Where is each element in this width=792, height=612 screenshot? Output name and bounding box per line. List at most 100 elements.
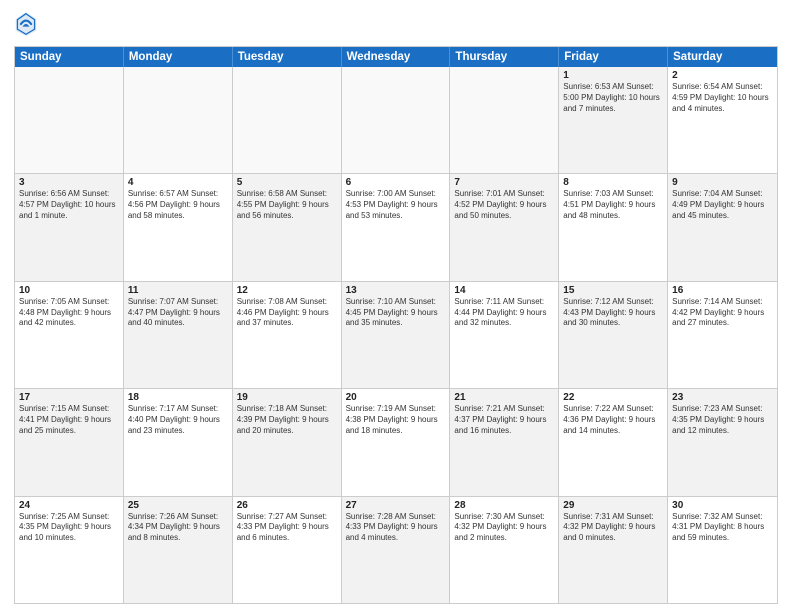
calendar-cell: 27Sunrise: 7:28 AM Sunset: 4:33 PM Dayli… — [342, 497, 451, 603]
day-info: Sunrise: 7:11 AM Sunset: 4:44 PM Dayligh… — [454, 297, 554, 329]
day-info: Sunrise: 7:30 AM Sunset: 4:32 PM Dayligh… — [454, 512, 554, 544]
calendar-week-3: 10Sunrise: 7:05 AM Sunset: 4:48 PM Dayli… — [15, 282, 777, 389]
day-info: Sunrise: 7:19 AM Sunset: 4:38 PM Dayligh… — [346, 404, 446, 436]
calendar-cell — [233, 67, 342, 173]
day-number: 12 — [237, 285, 337, 296]
day-info: Sunrise: 6:56 AM Sunset: 4:57 PM Dayligh… — [19, 189, 119, 221]
calendar-cell — [342, 67, 451, 173]
day-number: 14 — [454, 285, 554, 296]
day-info: Sunrise: 7:18 AM Sunset: 4:39 PM Dayligh… — [237, 404, 337, 436]
calendar-cell: 16Sunrise: 7:14 AM Sunset: 4:42 PM Dayli… — [668, 282, 777, 388]
day-info: Sunrise: 7:00 AM Sunset: 4:53 PM Dayligh… — [346, 189, 446, 221]
day-number: 29 — [563, 500, 663, 511]
day-info: Sunrise: 7:03 AM Sunset: 4:51 PM Dayligh… — [563, 189, 663, 221]
page-header — [14, 10, 778, 38]
day-info: Sunrise: 7:22 AM Sunset: 4:36 PM Dayligh… — [563, 404, 663, 436]
day-info: Sunrise: 6:53 AM Sunset: 5:00 PM Dayligh… — [563, 82, 663, 114]
calendar-cell: 1Sunrise: 6:53 AM Sunset: 5:00 PM Daylig… — [559, 67, 668, 173]
day-info: Sunrise: 7:08 AM Sunset: 4:46 PM Dayligh… — [237, 297, 337, 329]
day-info: Sunrise: 7:05 AM Sunset: 4:48 PM Dayligh… — [19, 297, 119, 329]
day-number: 1 — [563, 70, 663, 81]
day-info: Sunrise: 7:04 AM Sunset: 4:49 PM Dayligh… — [672, 189, 773, 221]
day-info: Sunrise: 6:57 AM Sunset: 4:56 PM Dayligh… — [128, 189, 228, 221]
calendar-cell: 17Sunrise: 7:15 AM Sunset: 4:41 PM Dayli… — [15, 389, 124, 495]
calendar-cell: 28Sunrise: 7:30 AM Sunset: 4:32 PM Dayli… — [450, 497, 559, 603]
header-day-monday: Monday — [124, 47, 233, 67]
calendar-cell: 15Sunrise: 7:12 AM Sunset: 4:43 PM Dayli… — [559, 282, 668, 388]
day-number: 26 — [237, 500, 337, 511]
day-info: Sunrise: 7:25 AM Sunset: 4:35 PM Dayligh… — [19, 512, 119, 544]
calendar-cell: 20Sunrise: 7:19 AM Sunset: 4:38 PM Dayli… — [342, 389, 451, 495]
calendar-week-4: 17Sunrise: 7:15 AM Sunset: 4:41 PM Dayli… — [15, 389, 777, 496]
day-info: Sunrise: 7:27 AM Sunset: 4:33 PM Dayligh… — [237, 512, 337, 544]
header-day-thursday: Thursday — [450, 47, 559, 67]
day-info: Sunrise: 7:32 AM Sunset: 4:31 PM Dayligh… — [672, 512, 773, 544]
day-number: 9 — [672, 177, 773, 188]
calendar-cell: 4Sunrise: 6:57 AM Sunset: 4:56 PM Daylig… — [124, 174, 233, 280]
calendar-cell: 6Sunrise: 7:00 AM Sunset: 4:53 PM Daylig… — [342, 174, 451, 280]
day-info: Sunrise: 7:26 AM Sunset: 4:34 PM Dayligh… — [128, 512, 228, 544]
day-info: Sunrise: 7:21 AM Sunset: 4:37 PM Dayligh… — [454, 404, 554, 436]
calendar-cell: 7Sunrise: 7:01 AM Sunset: 4:52 PM Daylig… — [450, 174, 559, 280]
day-number: 3 — [19, 177, 119, 188]
calendar-cell — [450, 67, 559, 173]
day-number: 17 — [19, 392, 119, 403]
day-info: Sunrise: 7:23 AM Sunset: 4:35 PM Dayligh… — [672, 404, 773, 436]
calendar-week-1: 1Sunrise: 6:53 AM Sunset: 5:00 PM Daylig… — [15, 67, 777, 174]
day-number: 22 — [563, 392, 663, 403]
calendar-cell — [15, 67, 124, 173]
calendar-cell: 2Sunrise: 6:54 AM Sunset: 4:59 PM Daylig… — [668, 67, 777, 173]
day-number: 20 — [346, 392, 446, 403]
day-number: 30 — [672, 500, 773, 511]
calendar-cell: 19Sunrise: 7:18 AM Sunset: 4:39 PM Dayli… — [233, 389, 342, 495]
calendar-cell: 10Sunrise: 7:05 AM Sunset: 4:48 PM Dayli… — [15, 282, 124, 388]
day-number: 16 — [672, 285, 773, 296]
logo-icon — [14, 10, 38, 38]
calendar-cell: 14Sunrise: 7:11 AM Sunset: 4:44 PM Dayli… — [450, 282, 559, 388]
day-info: Sunrise: 7:28 AM Sunset: 4:33 PM Dayligh… — [346, 512, 446, 544]
calendar-cell: 13Sunrise: 7:10 AM Sunset: 4:45 PM Dayli… — [342, 282, 451, 388]
day-info: Sunrise: 7:15 AM Sunset: 4:41 PM Dayligh… — [19, 404, 119, 436]
header-day-sunday: Sunday — [15, 47, 124, 67]
day-info: Sunrise: 6:58 AM Sunset: 4:55 PM Dayligh… — [237, 189, 337, 221]
day-number: 11 — [128, 285, 228, 296]
day-info: Sunrise: 7:17 AM Sunset: 4:40 PM Dayligh… — [128, 404, 228, 436]
calendar-cell: 22Sunrise: 7:22 AM Sunset: 4:36 PM Dayli… — [559, 389, 668, 495]
calendar-cell — [124, 67, 233, 173]
calendar-week-2: 3Sunrise: 6:56 AM Sunset: 4:57 PM Daylig… — [15, 174, 777, 281]
calendar-header: SundayMondayTuesdayWednesdayThursdayFrid… — [15, 47, 777, 67]
day-number: 24 — [19, 500, 119, 511]
calendar-cell: 12Sunrise: 7:08 AM Sunset: 4:46 PM Dayli… — [233, 282, 342, 388]
calendar-cell: 23Sunrise: 7:23 AM Sunset: 4:35 PM Dayli… — [668, 389, 777, 495]
day-info: Sunrise: 7:31 AM Sunset: 4:32 PM Dayligh… — [563, 512, 663, 544]
day-number: 23 — [672, 392, 773, 403]
day-info: Sunrise: 7:07 AM Sunset: 4:47 PM Dayligh… — [128, 297, 228, 329]
calendar-cell: 24Sunrise: 7:25 AM Sunset: 4:35 PM Dayli… — [15, 497, 124, 603]
calendar-cell: 30Sunrise: 7:32 AM Sunset: 4:31 PM Dayli… — [668, 497, 777, 603]
day-number: 13 — [346, 285, 446, 296]
calendar: SundayMondayTuesdayWednesdayThursdayFrid… — [14, 46, 778, 604]
day-number: 15 — [563, 285, 663, 296]
calendar-cell: 8Sunrise: 7:03 AM Sunset: 4:51 PM Daylig… — [559, 174, 668, 280]
calendar-cell: 9Sunrise: 7:04 AM Sunset: 4:49 PM Daylig… — [668, 174, 777, 280]
day-info: Sunrise: 7:12 AM Sunset: 4:43 PM Dayligh… — [563, 297, 663, 329]
calendar-cell: 21Sunrise: 7:21 AM Sunset: 4:37 PM Dayli… — [450, 389, 559, 495]
day-number: 18 — [128, 392, 228, 403]
header-day-friday: Friday — [559, 47, 668, 67]
day-number: 5 — [237, 177, 337, 188]
header-day-wednesday: Wednesday — [342, 47, 451, 67]
calendar-cell: 5Sunrise: 6:58 AM Sunset: 4:55 PM Daylig… — [233, 174, 342, 280]
calendar-cell: 25Sunrise: 7:26 AM Sunset: 4:34 PM Dayli… — [124, 497, 233, 603]
logo — [14, 10, 42, 38]
day-number: 19 — [237, 392, 337, 403]
day-number: 10 — [19, 285, 119, 296]
calendar-week-5: 24Sunrise: 7:25 AM Sunset: 4:35 PM Dayli… — [15, 497, 777, 603]
calendar-body: 1Sunrise: 6:53 AM Sunset: 5:00 PM Daylig… — [15, 67, 777, 603]
day-info: Sunrise: 7:14 AM Sunset: 4:42 PM Dayligh… — [672, 297, 773, 329]
day-number: 7 — [454, 177, 554, 188]
day-info: Sunrise: 7:01 AM Sunset: 4:52 PM Dayligh… — [454, 189, 554, 221]
calendar-cell: 3Sunrise: 6:56 AM Sunset: 4:57 PM Daylig… — [15, 174, 124, 280]
day-info: Sunrise: 7:10 AM Sunset: 4:45 PM Dayligh… — [346, 297, 446, 329]
day-number: 4 — [128, 177, 228, 188]
day-number: 8 — [563, 177, 663, 188]
